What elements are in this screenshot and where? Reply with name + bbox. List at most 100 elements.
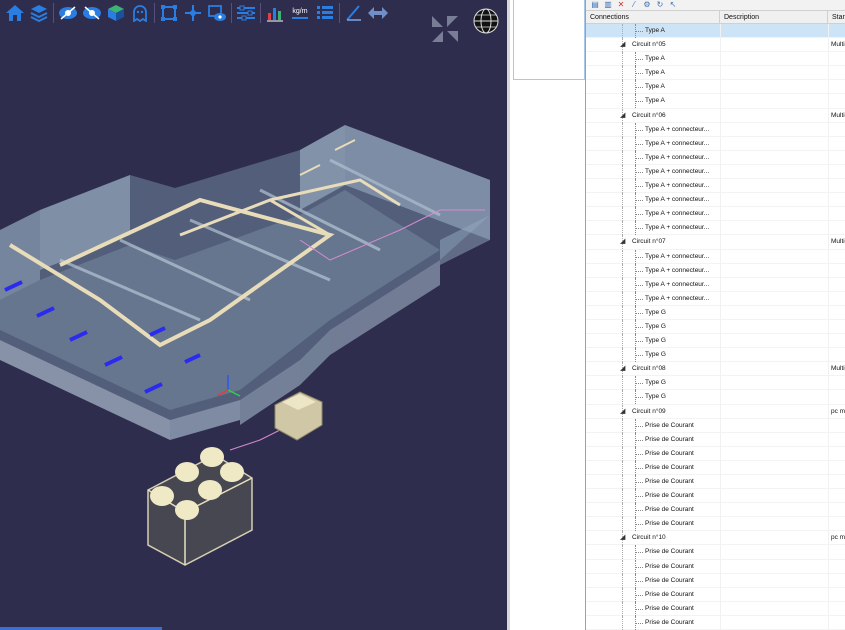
standard-cell[interactable] <box>828 446 845 461</box>
description-cell[interactable] <box>720 334 828 349</box>
standard-cell[interactable] <box>828 573 845 588</box>
delete-icon[interactable]: ✕ <box>616 0 626 9</box>
tree-group-row[interactable]: ◢ Circuit n°07 Multi <box>586 235 845 250</box>
description-cell[interactable] <box>720 404 828 419</box>
description-cell[interactable] <box>720 249 828 264</box>
standard-cell[interactable] <box>828 291 845 306</box>
description-cell[interactable] <box>720 615 828 630</box>
standard-cell[interactable] <box>828 503 845 518</box>
description-cell[interactable] <box>720 475 828 489</box>
sliders-icon[interactable] <box>234 1 258 25</box>
description-cell[interactable] <box>720 24 828 38</box>
tree-row[interactable]: Type G <box>586 334 845 349</box>
description-cell[interactable] <box>720 80 828 95</box>
tree-group-row[interactable]: ◢ Circuit n°05 Multi <box>586 38 845 53</box>
wand-icon[interactable]: ⁄ <box>629 0 639 9</box>
tree-row[interactable]: Type G <box>586 305 845 320</box>
standard-cell[interactable] <box>828 136 845 151</box>
standard-cell[interactable]: Multi <box>828 38 845 53</box>
tree-row[interactable]: Prise de Courant <box>586 559 845 574</box>
standard-cell[interactable] <box>828 376 845 391</box>
standard-cell[interactable] <box>828 319 845 334</box>
tree-row[interactable]: Prise de Courant <box>586 460 845 475</box>
standard-cell[interactable] <box>828 277 845 292</box>
description-cell[interactable] <box>720 52 828 67</box>
description-cell[interactable] <box>720 559 828 574</box>
description-cell[interactable] <box>720 277 828 292</box>
description-cell[interactable] <box>720 601 828 616</box>
standard-cell[interactable] <box>828 545 845 560</box>
description-cell[interactable] <box>720 348 828 363</box>
globe-icon[interactable] <box>473 8 499 34</box>
tree-row[interactable]: Type A + connecteur... <box>586 164 845 180</box>
tree-row[interactable]: Prise de Courant <box>586 432 845 447</box>
column-description[interactable]: Description <box>720 11 828 23</box>
tree-group-row[interactable]: ◢ Circuit n°09 pc mu <box>586 404 845 419</box>
tree-row[interactable]: Type A + connecteur... <box>586 277 845 292</box>
standard-cell[interactable] <box>828 601 845 616</box>
description-cell[interactable] <box>720 122 828 137</box>
description-cell[interactable] <box>720 319 828 334</box>
tree-row[interactable]: Prise de Courant <box>586 489 845 504</box>
standard-cell[interactable]: Multi <box>828 235 845 250</box>
gear-icon[interactable]: ⚙ <box>642 0 652 9</box>
description-cell[interactable] <box>720 193 828 208</box>
description-cell[interactable] <box>720 291 828 306</box>
description-cell[interactable] <box>720 587 828 602</box>
standard-cell[interactable]: pc mu <box>828 531 845 546</box>
description-cell[interactable] <box>720 573 828 588</box>
tree-group-row[interactable]: ◢ Circuit n°06 Multi <box>586 108 845 123</box>
tree-row[interactable]: Type A + connecteur... <box>586 207 845 222</box>
3d-viewport[interactable]: kg/m <box>0 0 507 630</box>
description-cell[interactable] <box>720 517 828 532</box>
tree-row[interactable]: Prise de Courant <box>586 503 845 518</box>
tree-row[interactable]: Type A <box>586 66 845 81</box>
standard-cell[interactable]: Multi <box>828 362 845 377</box>
home-icon[interactable] <box>3 1 27 25</box>
standard-cell[interactable]: Multi <box>828 108 845 123</box>
standard-cell[interactable] <box>828 193 845 208</box>
standard-cell[interactable] <box>828 263 845 278</box>
description-cell[interactable] <box>720 362 828 377</box>
standard-cell[interactable] <box>828 334 845 349</box>
expand-arrow-icon[interactable]: ◢ <box>620 112 625 120</box>
list-icon[interactable] <box>313 1 337 25</box>
standard-cell[interactable] <box>828 418 845 433</box>
standard-cell[interactable] <box>828 559 845 574</box>
screen-view-icon[interactable] <box>205 1 229 25</box>
expand-arrow-icon[interactable]: ◢ <box>620 408 625 416</box>
standard-cell[interactable] <box>828 207 845 222</box>
standard-cell[interactable] <box>828 348 845 363</box>
tree-row[interactable]: Type G <box>586 348 845 363</box>
frame-icon[interactable] <box>157 1 181 25</box>
description-cell[interactable] <box>720 545 828 560</box>
description-cell[interactable] <box>720 221 828 236</box>
standard-cell[interactable] <box>828 150 845 165</box>
description-cell[interactable] <box>720 489 828 504</box>
building-3d-model[interactable] <box>0 0 507 630</box>
description-cell[interactable] <box>720 235 828 250</box>
standard-cell[interactable] <box>828 94 845 109</box>
description-cell[interactable] <box>720 376 828 391</box>
standard-cell[interactable] <box>828 475 845 489</box>
tree-row[interactable]: Type A + connecteur... <box>586 193 845 208</box>
description-cell[interactable] <box>720 263 828 278</box>
refresh-icon[interactable]: ↻ <box>655 0 665 9</box>
ghost-icon[interactable] <box>128 1 152 25</box>
expand-arrow-icon[interactable]: ◢ <box>620 365 625 373</box>
column-standard[interactable]: Stand <box>828 11 845 23</box>
standard-cell[interactable] <box>828 221 845 236</box>
tree-row[interactable]: Prise de Courant <box>586 601 845 616</box>
description-cell[interactable] <box>720 446 828 461</box>
expand-arrow-icon[interactable]: ◢ <box>620 534 625 542</box>
tree-row[interactable]: Type G <box>586 390 845 405</box>
tree-row[interactable]: Prise de Courant <box>586 545 845 560</box>
standard-cell[interactable] <box>828 164 845 179</box>
tree-group-row[interactable]: ◢ Circuit n°10 pc mu <box>586 531 845 546</box>
cube-icon[interactable] <box>104 1 128 25</box>
tree-row[interactable]: Type A + connecteur... <box>586 150 845 165</box>
nav-cube-icon[interactable] <box>430 14 460 44</box>
measure-icon[interactable] <box>342 1 366 25</box>
standard-cell[interactable] <box>828 489 845 504</box>
unit-icon[interactable]: kg/m <box>287 1 313 25</box>
